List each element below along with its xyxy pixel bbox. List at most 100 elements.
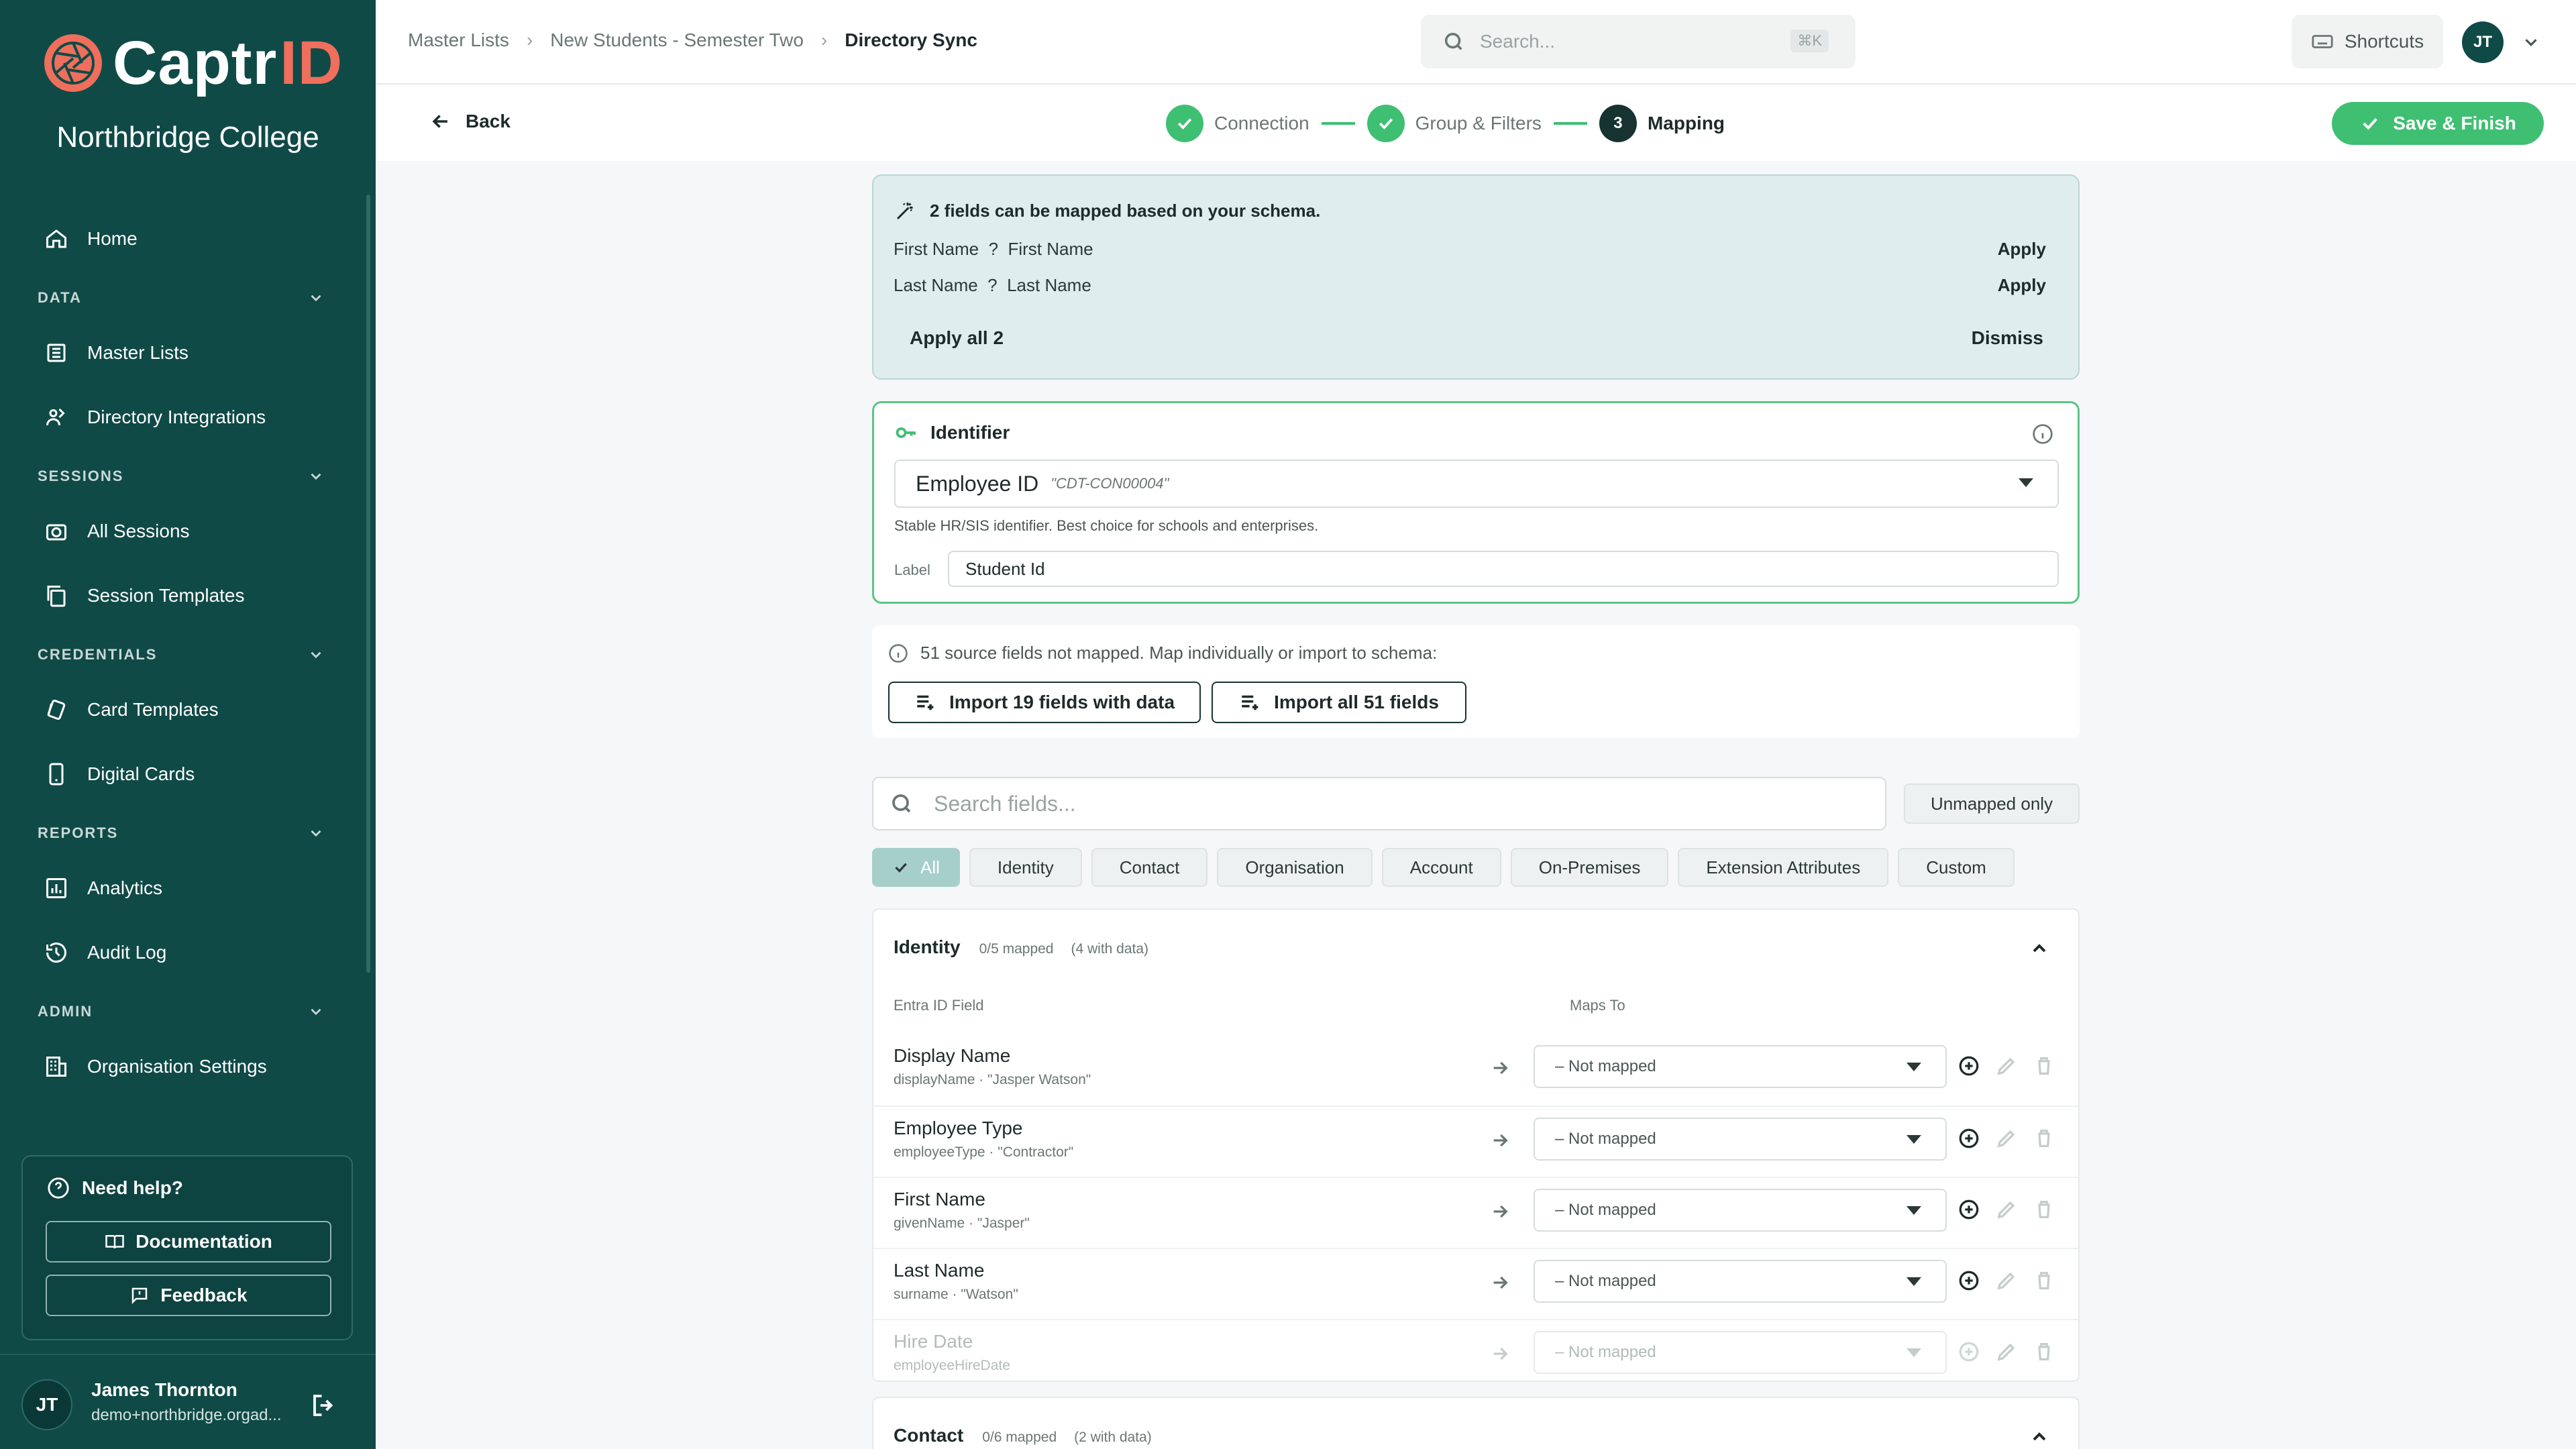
add-circle-icon[interactable] (1957, 1198, 1982, 1222)
identifier-selected: Employee ID (916, 471, 1039, 496)
dismiss-button[interactable]: Dismiss (1972, 327, 2043, 349)
step-number: 3 (1599, 105, 1637, 142)
column-header-target: Maps To (1570, 997, 1625, 1014)
edit-icon[interactable] (1995, 1198, 2019, 1222)
chip-organisation[interactable]: Organisation (1217, 848, 1373, 887)
sidebar-item-session-templates[interactable]: Session Templates (0, 572, 362, 620)
chip-extension-attributes[interactable]: Extension Attributes (1678, 848, 1889, 887)
sidebar-item-label: Card Templates (87, 699, 219, 720)
step-label: Mapping (1647, 113, 1725, 133)
group-header[interactable]: Contact 0/6 mapped (2 with data) (894, 1425, 1169, 1446)
sidebar-item-directory-integrations[interactable]: Directory Integrations (0, 393, 362, 441)
global-search-input[interactable]: Search... ⌘K (1421, 15, 1856, 68)
search-placeholder: Search... (1480, 31, 1556, 52)
edit-icon[interactable] (1995, 1269, 2019, 1293)
save-finish-button[interactable]: Save & Finish (2332, 102, 2544, 145)
edit-icon[interactable] (1995, 1127, 2019, 1151)
edit-icon[interactable] (1995, 1340, 2019, 1364)
documentation-label: Documentation (136, 1231, 272, 1252)
help-title: Need help? (47, 1177, 183, 1199)
step-label: Connection (1214, 113, 1309, 133)
delete-icon[interactable] (2033, 1269, 2057, 1293)
chip-identity[interactable]: Identity (969, 848, 1082, 887)
chip-custom[interactable]: Custom (1898, 848, 2015, 887)
field-source-key: givenName · "Jasper" (894, 1216, 1030, 1231)
avatar[interactable]: JT (2462, 21, 2504, 63)
cards-icon (43, 696, 70, 723)
sidebar-item-organisation-settings[interactable]: Organisation Settings (0, 1042, 362, 1091)
chevron-down-icon (311, 651, 321, 659)
sidebar-item-home[interactable]: Home (0, 215, 362, 263)
group-data-count: (4 with data) (1071, 941, 1149, 957)
chevron-down-icon (311, 473, 321, 480)
sidebar-section-admin[interactable]: ADMIN (0, 993, 362, 1030)
import-fields-with-data-button[interactable]: Import 19 fields with data (888, 682, 1201, 723)
logout-icon[interactable] (310, 1391, 338, 1419)
identifier-select[interactable]: Employee ID "CDT-CON00004" (894, 460, 2059, 508)
field-name: Last Name (894, 1260, 985, 1281)
back-button[interactable]: Back (429, 110, 511, 133)
chip-account[interactable]: Account (1381, 848, 1501, 887)
shortcuts-button[interactable]: Shortcuts (2292, 15, 2443, 68)
sidebar-item-digital-cards[interactable]: Digital Cards (0, 750, 362, 798)
info-icon[interactable] (2032, 423, 2053, 445)
sidebar-item-label: Directory Integrations (87, 407, 266, 427)
chip-all[interactable]: All (872, 848, 960, 887)
maps-to-select[interactable]: – Not mapped (1534, 1118, 1947, 1161)
sidebar-item-audit-log[interactable]: Audit Log (0, 928, 362, 977)
maps-to-select[interactable]: – Not mapped (1534, 1331, 1947, 1374)
chevron-up-icon[interactable] (2029, 938, 2050, 959)
delete-icon[interactable] (2033, 1127, 2057, 1151)
sidebar-scrollbar[interactable] (366, 195, 370, 973)
group-header[interactable]: Identity 0/5 mapped (4 with data) (894, 936, 1166, 958)
add-circle-icon[interactable] (1957, 1055, 1982, 1079)
maps-to-value: – Not mapped (1555, 1130, 1656, 1148)
step-mapping[interactable]: 3 Mapping (1599, 105, 1725, 142)
import-all-fields-button[interactable]: Import all 51 fields (1212, 682, 1466, 723)
sidebar-item-analytics[interactable]: Analytics (0, 864, 362, 912)
add-circle-icon[interactable] (1957, 1269, 1982, 1293)
chip-on-premises[interactable]: On-Premises (1510, 848, 1669, 887)
brand-logo[interactable]: CaptrID (43, 32, 343, 94)
sidebar-section-sessions[interactable]: SESSIONS (0, 458, 362, 495)
step-connection[interactable]: Connection (1166, 105, 1309, 142)
sidebar-section-reports[interactable]: REPORTS (0, 814, 362, 852)
chevron-up-icon[interactable] (2029, 1426, 2050, 1448)
add-circle-icon[interactable] (1957, 1340, 1982, 1364)
maps-to-select[interactable]: – Not mapped (1534, 1045, 1947, 1088)
sidebar-item-card-templates[interactable]: Card Templates (0, 686, 362, 734)
avatar[interactable]: JT (21, 1379, 72, 1430)
apply-all-button[interactable]: Apply all 2 (910, 327, 1004, 348)
sidebar-section-data[interactable]: DATA (0, 279, 362, 317)
maps-to-value: – Not mapped (1555, 1201, 1656, 1219)
identifier-label-input[interactable]: Student Id (948, 551, 2059, 587)
step-group-filters[interactable]: Group & Filters (1366, 105, 1542, 142)
documentation-button[interactable]: Documentation (46, 1221, 331, 1263)
chevron-down-icon (311, 294, 321, 302)
sidebar-item-all-sessions[interactable]: All Sessions (0, 507, 362, 555)
breadcrumb-item[interactable]: New Students - Semester Two (550, 30, 804, 51)
field-mapping-row: Employee Type employeeType · "Contractor"… (873, 1106, 2078, 1177)
add-circle-icon[interactable] (1957, 1127, 1982, 1151)
apply-suggestion-button[interactable]: Apply (1998, 275, 2046, 296)
field-search-placeholder: Search fields... (934, 791, 1076, 816)
field-search-input[interactable]: Search fields... (872, 777, 1886, 830)
sidebar-section-credentials[interactable]: CREDENTIALS (0, 636, 362, 674)
maps-to-select[interactable]: – Not mapped (1534, 1260, 1947, 1303)
breadcrumb-item[interactable]: Master Lists (408, 30, 509, 51)
caret-down-icon (1907, 1206, 1921, 1215)
unmapped-only-toggle[interactable]: Unmapped only (1904, 784, 2080, 824)
sidebar-nav: Home DATA Master Lists Directory Integra… (0, 215, 362, 1107)
suggestion-row: First Name ? First Name Apply (894, 239, 2061, 260)
apply-suggestion-button[interactable]: Apply (1998, 239, 2046, 260)
delete-icon[interactable] (2033, 1340, 2057, 1364)
delete-icon[interactable] (2033, 1198, 2057, 1222)
maps-to-select[interactable]: – Not mapped (1534, 1189, 1947, 1232)
chevron-down-icon[interactable] (2521, 32, 2541, 52)
user-profile[interactable]: JT James Thornton demo+northbridge.orgad… (0, 1354, 376, 1449)
feedback-button[interactable]: Feedback (46, 1275, 331, 1316)
delete-icon[interactable] (2033, 1055, 2057, 1079)
chip-contact[interactable]: Contact (1091, 848, 1208, 887)
edit-icon[interactable] (1995, 1055, 2019, 1079)
sidebar-item-master-lists[interactable]: Master Lists (0, 329, 362, 377)
